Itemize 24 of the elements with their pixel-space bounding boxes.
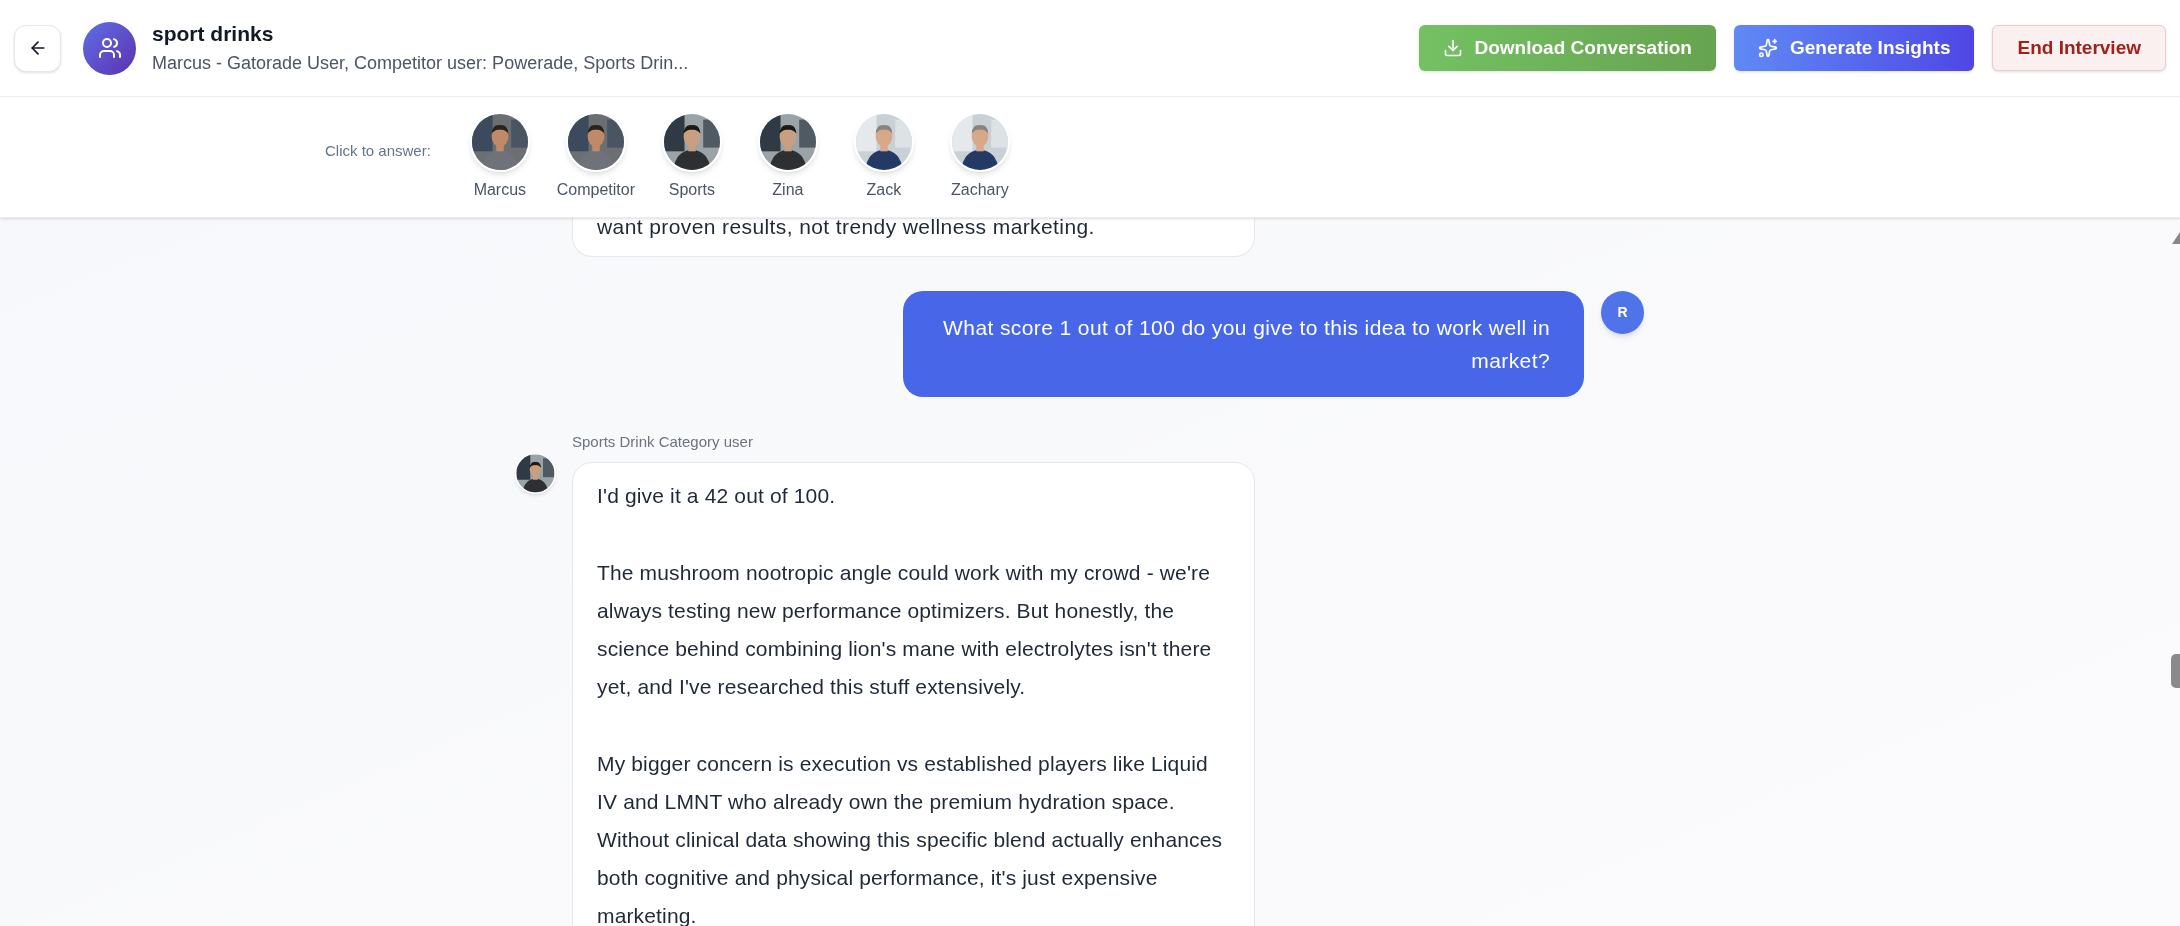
chat-subtitle: Marcus - Gatorade User, Competitor user: Powerade, Sports Drin... [152,52,689,75]
message-text: What score 1 out of 100 do you give to this idea to work well in market? [942,315,1550,374]
message-text: want proven results, not trendy wellness marketing. [597,214,1096,240]
persona-button[interactable]: Zina [746,112,829,202]
scrollbar-thumb[interactable] [2171,654,2180,688]
persona-button[interactable]: Zack [842,112,925,202]
persona-button[interactable]: Competitor [554,112,637,202]
chat-title: sport drinks [152,21,275,47]
back-button[interactable] [14,24,61,72]
author-name: Sports Drink Category user [572,432,754,452]
header-button[interactable]: Generate Insights [1733,25,1975,71]
header-button[interactable]: End Interview [1992,25,2166,71]
persona-button[interactable]: Zachary [938,112,1021,202]
answer-prompt: Click to answer: [325,140,431,161]
download-icon [1442,38,1463,58]
sparkles-icon [1757,38,1778,58]
persona-button[interactable]: Sports [650,112,733,202]
scroll-up-arrow[interactable] [2172,232,2180,244]
message-text: I'd give it a 42 out of 100. [597,482,837,509]
users-icon [97,36,122,60]
message-text: The mushroom nootropic angle could work with my crowd - we're always testing new performance optimizers. But honestly, the science behind combining lion's mane with electrolytes isn't there yet, and I've researched this stuff extensively. [597,559,1213,700]
user-avatar: R [1601,291,1644,334]
persona-button[interactable]: Marcus [458,112,541,202]
message-text: My bigger concern is execution vs established players like Liquid IV and LMNT who already own the premium hydration space. Without clinical data showing this specific blend actually enhances both cognitive and physical performance, it's just expensive marketing. [597,750,1224,926]
